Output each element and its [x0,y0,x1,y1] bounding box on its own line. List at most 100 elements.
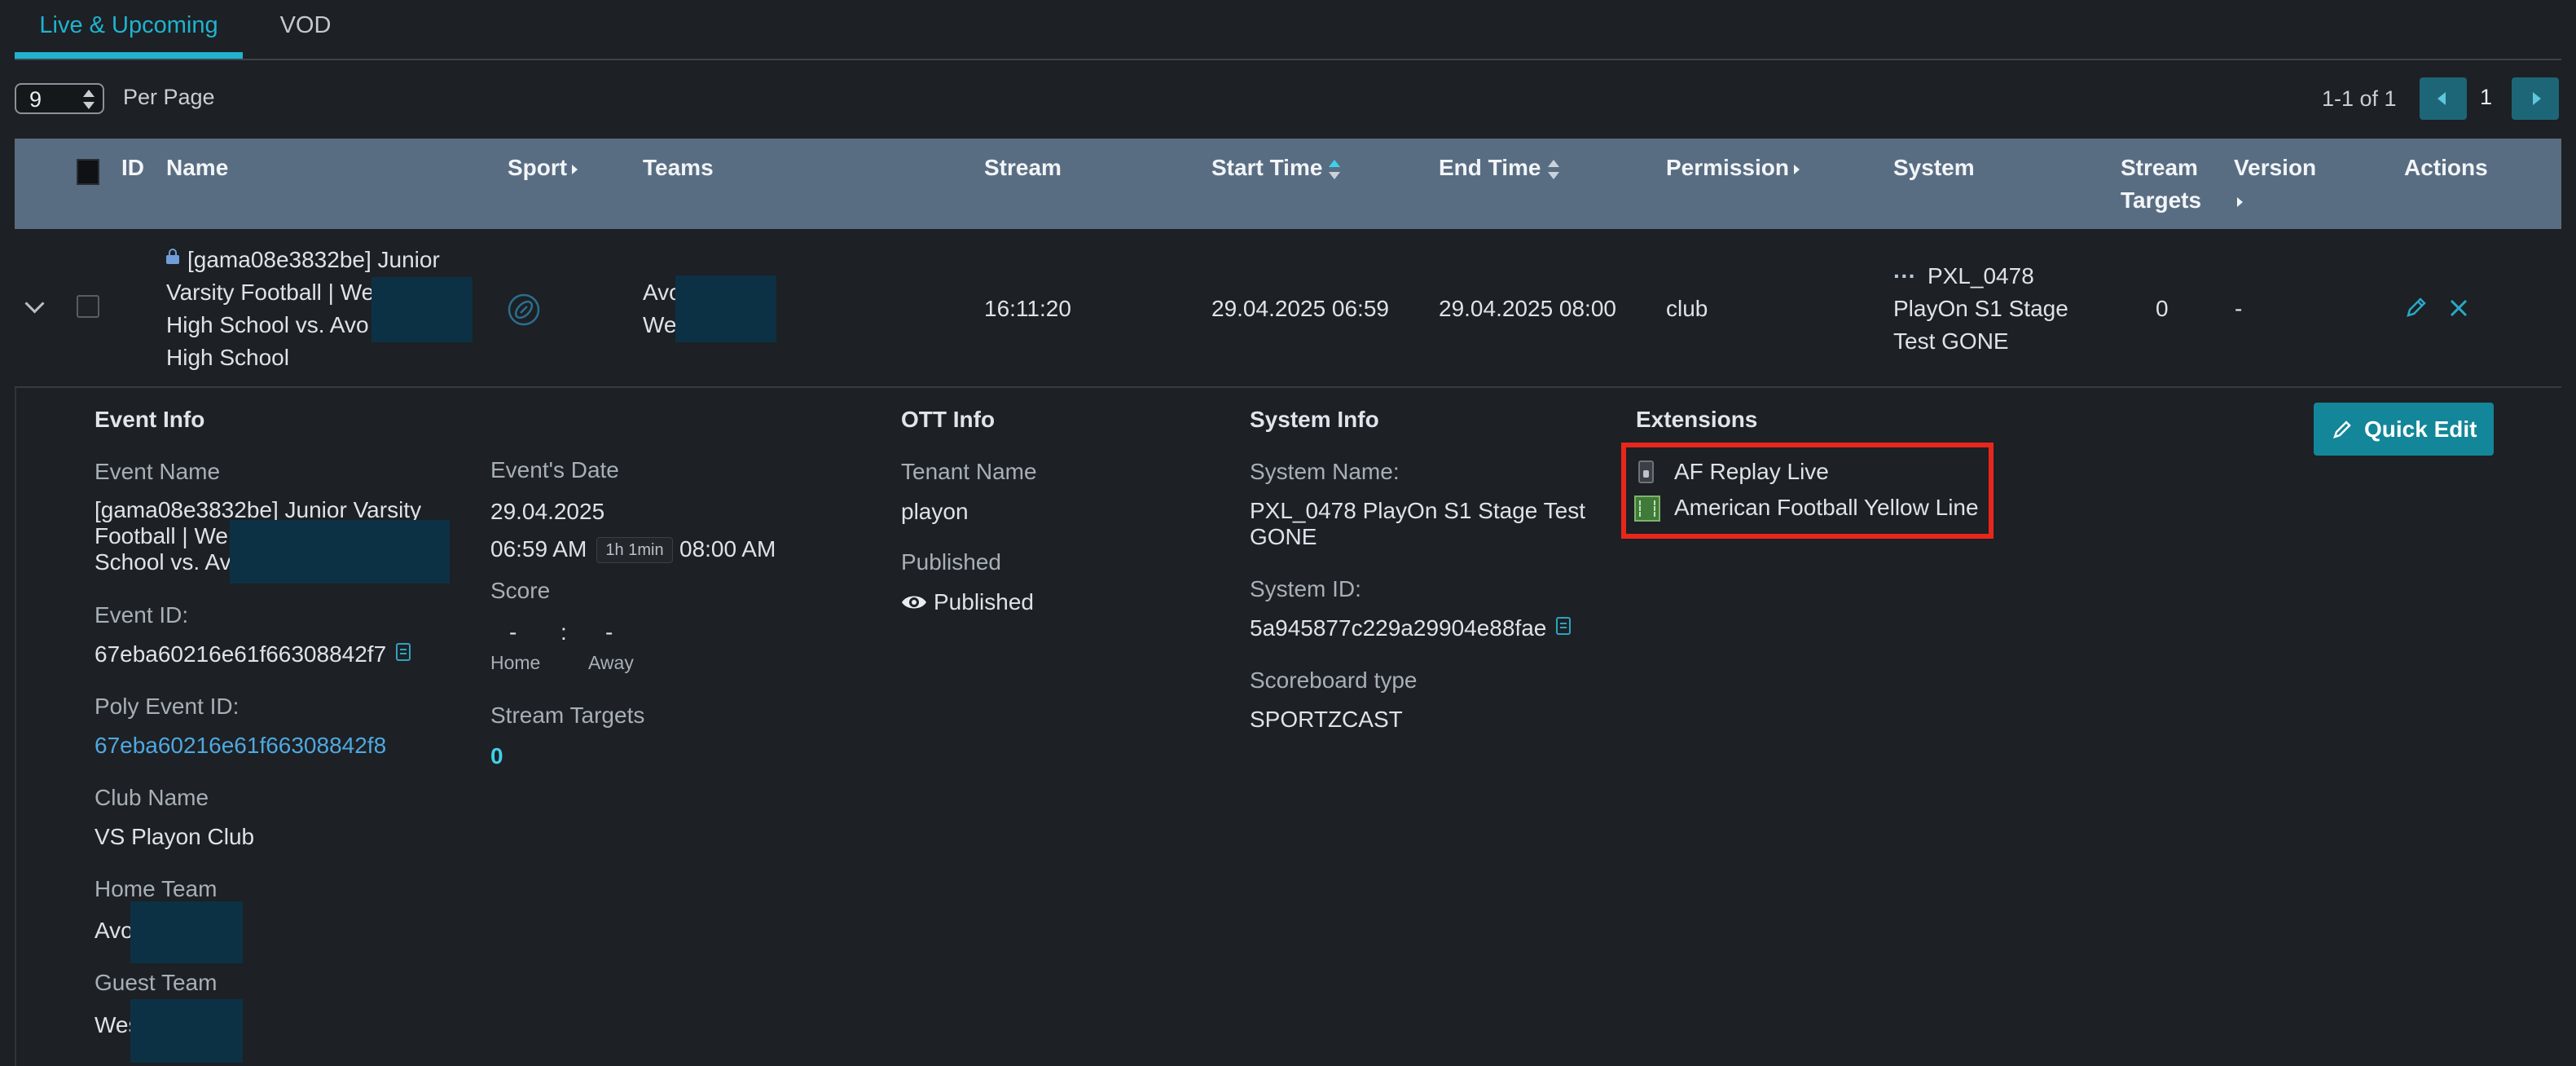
pencil-icon [2333,421,2351,438]
home-label: Home [490,652,541,673]
scoreboard-type-value: SPORTZCAST [1250,707,1403,732]
system-name-value: PXL_0478 PlayOn S1 Stage Test GONE [1250,498,1585,550]
col-end-time[interactable]: End Time [1439,152,1559,184]
quick-edit-button[interactable]: Quick Edit [2314,403,2494,456]
caret-right-icon [1793,164,1800,174]
away-label: Away [588,652,634,673]
col-permission-label: Permission [1666,155,1789,180]
tenant-name-label: Tenant Name [901,459,1037,484]
poly-event-id-label: Poly Event ID: [95,694,240,719]
copy-icon[interactable] [396,643,411,661]
published-label: Published [901,549,1001,575]
event-name-label: Event Name [95,459,221,484]
home-score: - [509,619,517,645]
copy-icon[interactable] [1556,617,1571,635]
col-start-time[interactable]: Start Time [1211,152,1341,184]
close-icon[interactable] [2448,297,2469,319]
tenant-name-value: playon [901,499,969,524]
current-page[interactable]: 1 [2480,85,2492,110]
extensions-title: Extensions [1636,407,1758,432]
system-id-value: 5a945877c229a29904e88fae [1250,615,1547,641]
select-all-checkbox[interactable] [77,159,99,185]
col-stream-targets[interactable]: Stream Targets [2121,152,2201,217]
row-end-time: 29.04.2025 08:00 [1439,296,1616,321]
redaction [675,275,776,342]
prev-page-button[interactable] [2420,77,2467,120]
system-name-label: System Name: [1250,459,1400,484]
caret-right-icon [2237,196,2243,207]
stream-targets-label: Stream Targets [490,703,645,728]
ott-info-title: OTT Info [901,407,996,432]
row-checkbox[interactable] [77,295,99,318]
sort-icon [1329,159,1341,179]
event-end-value: 08:00 AM [679,536,776,562]
col-sport[interactable]: Sport [508,152,578,184]
per-page-select[interactable]: 9 [15,83,104,114]
football-icon [508,293,540,326]
redaction [371,277,473,342]
col-actions: Actions [2404,155,2488,180]
score-separator: : [560,619,567,645]
club-name-label: Club Name [95,785,209,810]
row-name-line: [gama08e3832be] Junior [187,247,440,272]
per-page-label: Per Page [123,85,215,109]
chevron-left-icon [2438,92,2446,105]
col-teams[interactable]: Teams [643,152,714,184]
event-id-label: Event ID: [95,602,189,628]
stream-targets-value: 0 [490,743,503,769]
away-score: - [605,619,613,645]
row-system-line: PXL_0478 [1927,263,2034,289]
row-permission: club [1666,296,1708,321]
event-date-value: 29.04.2025 [490,499,605,524]
system-info-title: System Info [1250,407,1379,432]
event-id-value: 67eba60216e61f66308842f7 [95,641,387,667]
col-name[interactable]: Name [166,152,228,184]
col-stream-targets-line2: Targets [2121,187,2202,213]
home-team-label: Home Team [95,876,218,901]
home-team-value: Avo [95,918,134,943]
redaction [230,520,450,584]
per-page-value: 9 [29,87,42,112]
chevron-right-icon [2533,92,2541,105]
event-date-label: Event's Date [490,457,619,482]
caret-right-icon [572,164,578,174]
club-name-value: VS Playon Club [95,824,255,849]
row-system-line: Test GONE [1893,328,2009,354]
scoreboard-type-label: Scoreboard type [1250,667,1418,693]
col-version[interactable]: Version [2234,152,2316,217]
tabs-divider [15,59,2561,60]
system-name-line: GONE [1250,524,1317,549]
col-stream-targets-line1: Stream [2121,155,2198,180]
more-icon[interactable]: ··· [1893,263,1916,289]
tab-live-upcoming[interactable]: Live & Upcoming [15,0,243,59]
event-start-value: 06:59 AM [490,536,587,562]
row-name-line: High School [166,345,289,370]
pagination-info: 1-1 of 1 [2322,86,2397,111]
next-page-button[interactable] [2512,77,2559,120]
edit-icon[interactable] [2405,296,2428,319]
poly-event-id-link[interactable]: 67eba60216e61f66308842f8 [95,733,386,759]
col-system[interactable]: System [1893,152,1975,184]
redaction [130,901,243,963]
eye-icon [902,596,926,609]
row-stream: 16:11:20 [984,296,1071,321]
row-version: - [2235,296,2243,321]
tab-vod[interactable]: VOD [269,0,342,59]
row-system-line: PlayOn S1 Stage [1893,296,2068,321]
row-system: ··· PXL_0478 PlayOn S1 Stage Test GONE [1893,260,2068,358]
score-label: Score [490,578,551,603]
col-permission[interactable]: Permission [1666,152,1800,184]
published-value: Published [934,589,1034,614]
col-id[interactable]: ID [121,152,144,184]
row-start-time: 29.04.2025 06:59 [1211,296,1389,321]
system-id-label: System ID: [1250,576,1361,601]
row-stream-targets: 0 [2156,296,2169,321]
col-version-label: Version [2234,155,2317,180]
col-stream[interactable]: Stream [984,152,1062,184]
redaction [130,999,243,1063]
sort-icon [1547,159,1559,179]
col-end-time-label: End Time [1439,155,1541,180]
duration-badge: 1h 1min [596,537,673,563]
stepper-icon [83,90,95,109]
col-start-time-label: Start Time [1211,155,1323,180]
